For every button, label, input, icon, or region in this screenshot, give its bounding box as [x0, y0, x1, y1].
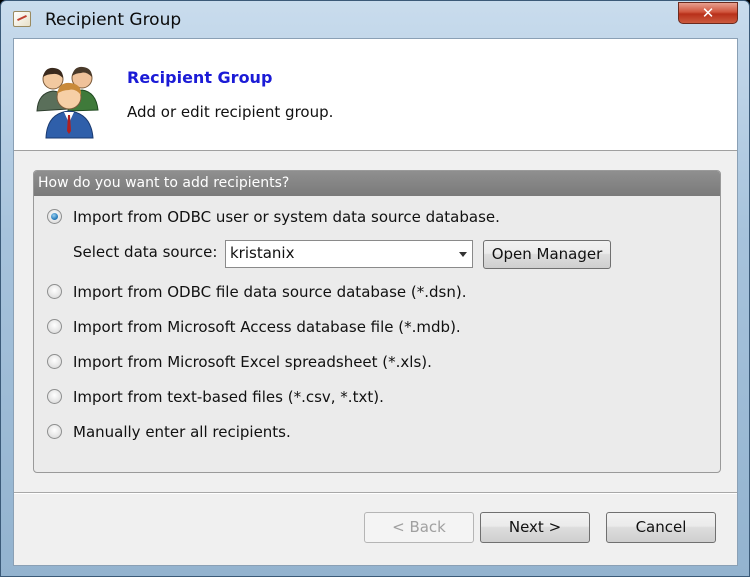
footer-divider [14, 492, 737, 494]
group-heading: How do you want to add recipients? [34, 171, 720, 196]
back-label: < Back [392, 518, 446, 536]
dialog-window: Recipient Group ✕ Recipient Group Add or… [0, 0, 750, 577]
header-subtitle: Add or edit recipient group. [127, 103, 334, 121]
radio-button[interactable] [47, 389, 62, 404]
radio-button[interactable] [47, 424, 62, 439]
option-label: Import from Microsoft Access database fi… [73, 318, 461, 336]
data-source-value: kristanix [230, 244, 295, 262]
option-label: Import from text-based files (*.csv, *.t… [73, 388, 384, 406]
next-label: Next > [508, 518, 562, 536]
next-button[interactable]: Next > [480, 512, 590, 543]
open-manager-label: Open Manager [491, 245, 603, 263]
option-label: Import from Microsoft Excel spreadsheet … [73, 353, 432, 371]
option-label: Manually enter all recipients. [73, 423, 291, 441]
dialog-client-area: Recipient Group Add or edit recipient gr… [13, 38, 738, 566]
header-title: Recipient Group [127, 68, 273, 87]
window-title: Recipient Group [45, 10, 182, 30]
cancel-button[interactable]: Cancel [606, 512, 716, 543]
cancel-label: Cancel [635, 518, 687, 536]
radio-button[interactable] [47, 284, 62, 299]
open-manager-button[interactable]: Open Manager [483, 240, 611, 269]
data-source-label: Select data source: [73, 243, 218, 261]
option-label: Import from ODBC user or system data sou… [73, 208, 500, 226]
back-button[interactable]: < Back [364, 512, 474, 543]
app-icon [13, 11, 31, 27]
option-label: Import from ODBC file data source databa… [73, 283, 467, 301]
radio-button[interactable] [47, 209, 62, 224]
add-method-group: How do you want to add recipients? Impor… [33, 170, 721, 473]
close-button[interactable]: ✕ [678, 2, 738, 24]
chevron-down-icon[interactable] [459, 252, 467, 257]
users-group-icon [36, 66, 99, 139]
data-source-select[interactable]: kristanix [225, 240, 473, 268]
close-icon: ✕ [701, 4, 715, 22]
radio-button[interactable] [47, 319, 62, 334]
radio-button[interactable] [47, 354, 62, 369]
wizard-header: Recipient Group Add or edit recipient gr… [14, 39, 737, 151]
title-bar[interactable]: Recipient Group ✕ [1, 1, 749, 39]
